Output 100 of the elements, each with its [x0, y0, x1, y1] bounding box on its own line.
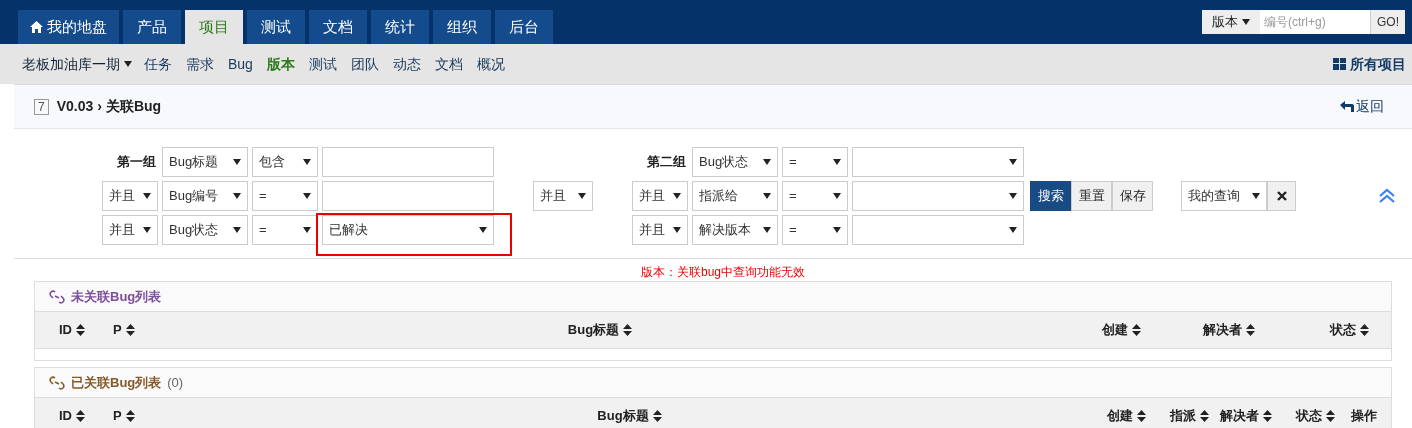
caret-icon: [303, 227, 311, 233]
search-field[interactable]: 编号(ctrl+g): [1260, 10, 1370, 34]
caret-icon: [673, 227, 681, 233]
sort-icon: [1360, 324, 1369, 336]
nav-tab[interactable]: 文档: [309, 10, 367, 44]
field-select[interactable]: Bug标题: [162, 147, 248, 177]
column-header[interactable]: 创建: [1086, 406, 1146, 426]
caret-icon: [303, 193, 311, 199]
value-select[interactable]: [852, 181, 1024, 211]
nav-tab[interactable]: 测试: [247, 10, 305, 44]
nav-tab[interactable]: 组织: [433, 10, 491, 44]
caret-icon: [233, 227, 241, 233]
caret-icon: [233, 159, 241, 165]
form-button[interactable]: 重置: [1071, 181, 1112, 211]
caret-icon: [1252, 193, 1260, 199]
logic-select[interactable]: 并且: [632, 215, 688, 245]
value-select[interactable]: 已解决: [322, 215, 494, 245]
column-header[interactable]: 创建: [1027, 320, 1141, 340]
logic-select[interactable]: 并且: [533, 181, 593, 211]
logic-select[interactable]: 并且: [632, 181, 688, 211]
sort-icon: [652, 410, 662, 422]
operator-select[interactable]: =: [252, 215, 318, 245]
sort-icon: [1137, 410, 1146, 422]
field-select[interactable]: 指派给: [692, 181, 778, 211]
value-select[interactable]: [852, 215, 1024, 245]
logic-select[interactable]: 并且: [102, 181, 158, 211]
column-header[interactable]: 状态: [1255, 320, 1369, 340]
caret-icon: [124, 61, 132, 67]
field-select[interactable]: Bug编号: [162, 181, 248, 211]
type-dropdown[interactable]: 版本: [1202, 10, 1260, 34]
column-header[interactable]: P: [113, 320, 173, 340]
collapse-icon[interactable]: [1379, 188, 1395, 204]
form-button[interactable]: 搜索: [1030, 181, 1071, 211]
caret-icon: [763, 193, 771, 199]
caret-icon: [303, 159, 311, 165]
back-arrow-icon: [1340, 101, 1354, 112]
caret-icon: [578, 193, 586, 199]
back-link[interactable]: 返回: [1340, 96, 1384, 117]
subnav-link[interactable]: 团队: [350, 53, 379, 75]
operator-select[interactable]: =: [782, 215, 848, 245]
caret-icon: [763, 159, 771, 165]
caret-icon: [143, 227, 151, 233]
column-header[interactable]: Bug标题: [173, 406, 1086, 426]
saved-query-select[interactable]: 我的查询: [1181, 181, 1267, 211]
sort-icon: [125, 324, 135, 336]
column-header[interactable]: ID: [59, 406, 113, 426]
go-button[interactable]: GO!: [1370, 10, 1405, 34]
operator-select[interactable]: =: [252, 181, 318, 211]
sort-icon: [1200, 410, 1209, 422]
subnav-link[interactable]: 文档: [434, 53, 463, 75]
group-label: 第一组: [116, 153, 157, 172]
nav-tab[interactable]: 后台: [495, 10, 553, 44]
field-select[interactable]: 解决版本: [692, 215, 778, 245]
broken-link-icon: [49, 289, 65, 304]
operator-select[interactable]: 包含: [252, 147, 318, 177]
column-header[interactable]: ID: [59, 320, 113, 340]
all-projects-link[interactable]: 所有项目: [1333, 53, 1406, 75]
nav-tab[interactable]: 统计: [371, 10, 429, 44]
list-title: 未关联Bug列表: [71, 287, 162, 306]
home-icon: [30, 21, 43, 33]
operator-select[interactable]: =: [782, 147, 848, 177]
subnav-link[interactable]: 版本: [266, 53, 295, 75]
subnav-link[interactable]: 测试: [308, 53, 337, 75]
operator-select[interactable]: =: [782, 181, 848, 211]
caret-icon: [763, 227, 771, 233]
caret-icon: [1009, 227, 1017, 233]
column-header[interactable]: P: [113, 406, 173, 426]
form-button[interactable]: 保存: [1112, 181, 1153, 211]
caret-icon: [143, 193, 151, 199]
subnav-link[interactable]: 动态: [392, 53, 421, 75]
column-header: 操作: [1350, 407, 1377, 426]
caret-icon: [233, 193, 241, 199]
sort-icon: [1246, 324, 1255, 336]
breadcrumb-link[interactable]: V0.03: [56, 96, 94, 117]
close-button[interactable]: [1267, 181, 1296, 211]
subnav-link[interactable]: 需求: [186, 53, 214, 75]
field-select[interactable]: Bug状态: [162, 215, 248, 245]
close-icon: [1276, 191, 1287, 201]
value-select[interactable]: [852, 147, 1024, 177]
subnav-link[interactable]: Bug: [228, 53, 253, 75]
subnav-link[interactable]: 概况: [476, 53, 505, 75]
value-field[interactable]: [322, 181, 494, 211]
column-header[interactable]: Bug标题: [173, 320, 1027, 340]
sort-icon: [1132, 324, 1141, 336]
sort-icon: [125, 410, 135, 422]
caret-icon: [1242, 19, 1250, 25]
column-header[interactable]: 状态: [1272, 406, 1335, 426]
column-header[interactable]: 指派: [1146, 406, 1209, 426]
project-dropdown[interactable]: 老板加油库一期: [22, 53, 132, 75]
value-field[interactable]: [322, 147, 494, 177]
field-select[interactable]: Bug状态: [692, 147, 778, 177]
nav-tab[interactable]: 我的地盘: [18, 10, 119, 44]
column-header[interactable]: 解决者: [1141, 320, 1255, 340]
logic-select[interactable]: 并且: [102, 215, 158, 245]
caret-icon: [833, 193, 841, 199]
nav-tab[interactable]: 产品: [123, 10, 181, 44]
nav-tab[interactable]: 项目: [185, 10, 243, 44]
list-count: (0): [167, 373, 184, 392]
subnav-link[interactable]: 任务: [144, 53, 172, 75]
column-header[interactable]: 解决者: [1209, 406, 1272, 426]
